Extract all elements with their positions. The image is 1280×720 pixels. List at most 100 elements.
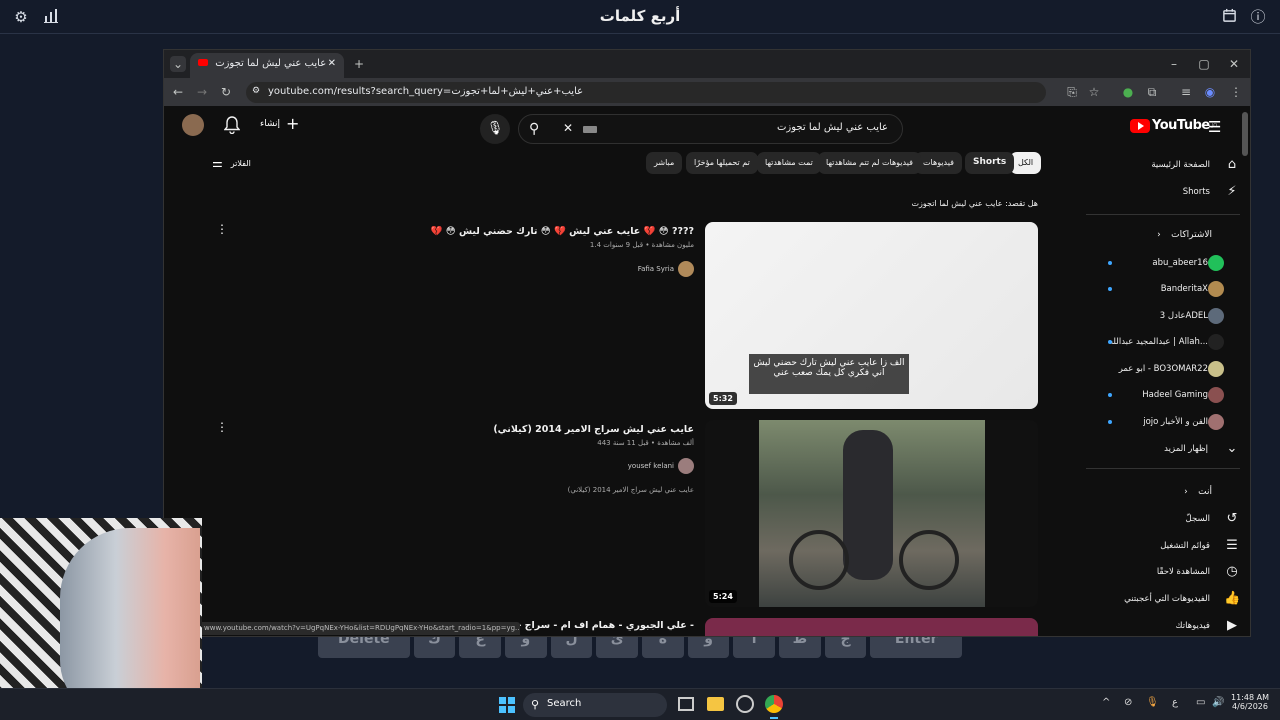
reload-icon[interactable]: ↻: [218, 84, 234, 100]
filters-button[interactable]: ⚌ الفلاتر: [212, 156, 251, 170]
sidebar-item-subscription[interactable]: عادل 3ADEL: [1160, 311, 1208, 321]
search-icon[interactable]: ⚲: [529, 121, 539, 137]
show-more-button[interactable]: إظهار المزيد: [1164, 444, 1208, 454]
channel-name[interactable]: yousef kelani: [628, 462, 674, 470]
subscriptions-header[interactable]: الاشتراكات ›: [1157, 230, 1212, 240]
sidebar-item-subscription[interactable]: Hadeel Gaming: [1142, 390, 1208, 400]
microphone-icon[interactable]: 🎙: [1146, 697, 1159, 708]
clock-date: 4/6/2026: [1232, 702, 1268, 711]
back-icon[interactable]: ←: [170, 84, 186, 100]
profile-icon[interactable]: ◉: [1202, 84, 1218, 100]
thumbs-up-icon[interactable]: 👍: [1224, 591, 1240, 607]
chip-watched[interactable]: تمت مشاهدتها: [757, 152, 821, 174]
site-info-icon[interactable]: ⚙: [252, 86, 260, 96]
notifications-bell-icon[interactable]: [223, 116, 241, 138]
sidebar-item-history[interactable]: السجلّ: [1186, 514, 1210, 524]
chip-unwatched[interactable]: فيديوهات لم تتم مشاهدتها: [818, 152, 921, 174]
more-actions-icon[interactable]: ⋮: [216, 222, 228, 236]
channel-avatar[interactable]: [678, 458, 694, 474]
channel-avatar[interactable]: [678, 261, 694, 277]
avatar[interactable]: [1208, 361, 1224, 377]
sidebar-item-liked[interactable]: الفيديوهات التي أعجبتني: [1124, 594, 1210, 604]
avatar[interactable]: [1208, 281, 1224, 297]
video-title[interactable]: علي الجبوري - همام اف ام - سراج - سيف -: [490, 620, 694, 631]
extensions-puzzle-icon[interactable]: ⧉: [1144, 84, 1160, 100]
account-avatar[interactable]: [182, 114, 204, 136]
menu-kebab-icon[interactable]: ⋮: [1228, 84, 1244, 100]
clear-search-icon[interactable]: ✕: [563, 121, 573, 135]
chevron-down-icon[interactable]: ⌄: [1224, 441, 1240, 457]
chrome-icon[interactable]: [765, 695, 783, 713]
chip-shorts[interactable]: Shorts: [965, 152, 1015, 174]
shorts-icon[interactable]: ⚡: [1224, 184, 1240, 200]
clock-time: 11:48 AM: [1231, 693, 1269, 702]
video-thumbnail[interactable]: [705, 618, 1038, 636]
display-icon[interactable]: ▭: [1196, 697, 1205, 708]
close-window-icon[interactable]: ✕: [1226, 56, 1242, 72]
tab-search-icon[interactable]: ⌄: [170, 56, 186, 72]
windows-start-icon[interactable]: [499, 697, 515, 713]
sidebar-item-watch-later[interactable]: المشاهدة لاحقًا: [1157, 567, 1210, 577]
video-thumbnail[interactable]: الف زا عايب عني ليش تارك حضني ليش اني فك…: [705, 222, 1038, 409]
sidebar-item-subscription[interactable]: BanderitaX: [1161, 284, 1208, 294]
history-icon[interactable]: ↺: [1224, 511, 1240, 527]
sidebar-item-subscription[interactable]: jojo الفن و الأخبار: [1143, 417, 1208, 427]
keyboard-icon[interactable]: [583, 126, 597, 133]
app-icon[interactable]: [736, 695, 754, 713]
file-explorer-icon[interactable]: [707, 697, 724, 711]
task-view-icon[interactable]: [678, 697, 694, 711]
sidebar-item-your-videos[interactable]: فيديوهاتك: [1176, 621, 1210, 631]
avatar[interactable]: [1208, 334, 1224, 350]
sidebar-item-subscription[interactable]: abu_abeer16: [1152, 258, 1208, 268]
install-app-icon[interactable]: ⎘: [1064, 84, 1080, 100]
voice-search-mic-icon[interactable]: 🎙: [480, 114, 510, 144]
avatar[interactable]: [1208, 414, 1224, 430]
calendar-icon[interactable]: [1220, 8, 1238, 26]
chip-videos[interactable]: فيديوهات: [915, 152, 962, 174]
you-header[interactable]: أنت ›: [1184, 487, 1212, 497]
taskbar-search[interactable]: ⚲ Search: [523, 693, 667, 717]
sidebar-item-shorts[interactable]: Shorts: [1183, 187, 1210, 197]
video-thumbnail[interactable]: 5:24: [705, 420, 1038, 607]
watch-later-icon[interactable]: ◷: [1224, 564, 1240, 580]
bookmark-star-icon[interactable]: ☆: [1086, 84, 1102, 100]
browser-tab[interactable]: عايب عني ليش لما تجوزت - ✕: [190, 53, 344, 78]
sidebar-item-playlists[interactable]: قوائم التشغيل: [1160, 541, 1210, 551]
chip-recently-uploaded[interactable]: تم تحميلها مؤخرًا: [686, 152, 758, 174]
info-icon[interactable]: ⓘ: [1249, 8, 1267, 26]
input-language[interactable]: ع: [1172, 697, 1178, 708]
minimize-icon[interactable]: –: [1166, 56, 1182, 72]
avatar[interactable]: [1208, 255, 1224, 271]
extension-icon[interactable]: ●: [1120, 84, 1136, 100]
maximize-icon[interactable]: ▢: [1196, 56, 1212, 72]
avatar[interactable]: [1208, 387, 1224, 403]
sidebar-item-home[interactable]: الصفحة الرئيسية: [1151, 160, 1210, 170]
search-input[interactable]: عايب عني ليش لما تجوزت ⚲ ✕: [518, 114, 903, 144]
create-button[interactable]: إنشاء +: [260, 116, 299, 132]
video-title[interactable]: عايب عني ليش سراج الامير 2014 (كيلاني): [493, 424, 694, 435]
close-tab-icon[interactable]: ✕: [328, 58, 336, 69]
video-title[interactable]: 💔 😳 عايب عني ليش 💔 😳 تارك حضني ليش 💔 😳 ?…: [431, 226, 694, 237]
more-actions-icon[interactable]: ⋮: [216, 420, 228, 434]
hamburger-menu-icon[interactable]: ☰: [1208, 118, 1221, 136]
youtube-logo[interactable]: YouTube JO: [1130, 118, 1217, 133]
avatar[interactable]: [1208, 308, 1224, 324]
network-off-icon[interactable]: ⊘: [1124, 697, 1132, 708]
chip-all[interactable]: الكل: [1010, 152, 1042, 174]
sidebar-item-subscription[interactable]: عبدالمجيد عبدالله | Allah...: [1109, 337, 1208, 347]
clock[interactable]: 11:48 AM 4/6/2026: [1230, 693, 1270, 711]
your-videos-icon[interactable]: ▶: [1224, 618, 1240, 634]
url-field[interactable]: ⚙ youtube.com/results?search_query=عايب+…: [246, 82, 1046, 103]
playlists-icon[interactable]: ☰: [1224, 538, 1240, 554]
chevron-up-icon[interactable]: ^: [1102, 697, 1110, 708]
channel-name[interactable]: Fafia Syria: [638, 265, 674, 273]
home-icon[interactable]: ⌂: [1224, 157, 1240, 173]
forward-icon[interactable]: →: [194, 84, 210, 100]
new-tab-icon[interactable]: +: [351, 56, 367, 72]
scrollbar-thumb[interactable]: [1242, 112, 1248, 156]
did-you-mean[interactable]: هل تقصد: عايب عني ليش لما اتجوزت: [912, 199, 1038, 208]
chip-live[interactable]: مباشر: [646, 152, 683, 174]
sidebar-item-subscription[interactable]: ابو عمر - BO3OMAR22: [1119, 364, 1208, 374]
volume-icon[interactable]: 🔊: [1212, 697, 1224, 708]
media-icon[interactable]: ≡: [1178, 84, 1194, 100]
